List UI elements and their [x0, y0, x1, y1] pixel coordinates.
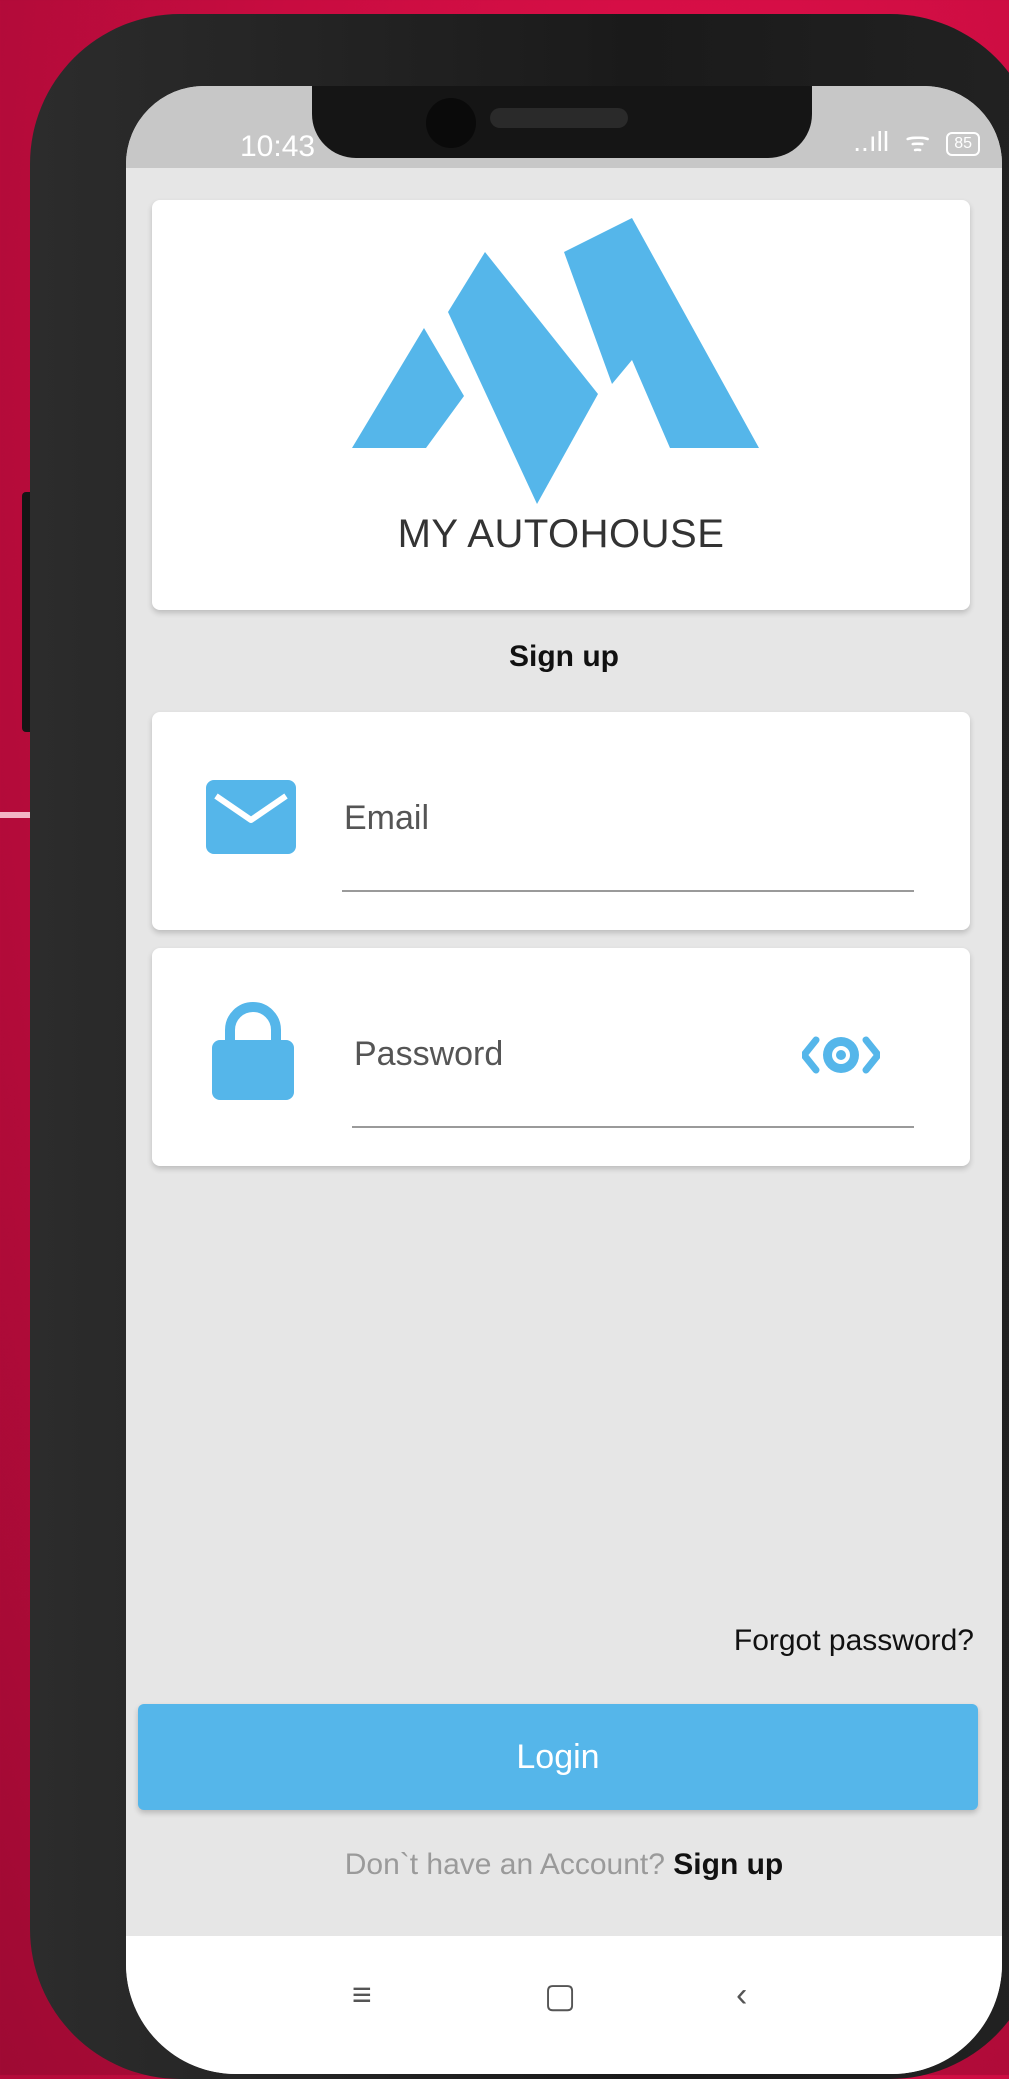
brand-name: MY AUTOHOUSE	[397, 512, 725, 556]
android-nav-bar: ≡ ▢ ‹	[126, 1936, 1002, 2074]
signup-link[interactable]: Sign up	[673, 1848, 783, 1881]
envelope-icon	[206, 780, 296, 854]
no-account-text: Don`t have an Account?	[344, 1848, 665, 1881]
password-underline	[352, 1126, 914, 1128]
phone-screen: 10:43 ..ıll ᯤ 85 MY AUTOHOUSE Sign up Em…	[126, 86, 1002, 2074]
forgot-password-link[interactable]: Forgot password?	[734, 1624, 974, 1658]
login-button[interactable]: Login	[138, 1704, 978, 1810]
password-card	[152, 948, 970, 1166]
autohouse-logo-icon	[352, 218, 759, 504]
eye-toggle-icon[interactable]	[802, 1032, 880, 1078]
battery-icon: 85	[946, 131, 980, 156]
signup-prompt: Don`t have an Account? Sign up	[126, 1848, 1002, 1882]
status-time: 10:43	[240, 130, 316, 163]
email-card	[152, 712, 970, 930]
phone-frame: 10:43 ..ıll ᯤ 85 MY AUTOHOUSE Sign up Em…	[30, 14, 1009, 2079]
back-icon[interactable]: ‹	[736, 1976, 747, 2015]
front-camera	[426, 98, 476, 148]
page-title: Sign up	[509, 640, 619, 673]
email-input[interactable]	[342, 792, 916, 844]
home-icon[interactable]: ▢	[544, 1976, 576, 2016]
signal-icon: ..ıll	[853, 126, 890, 157]
menu-icon[interactable]: ≡	[352, 1976, 372, 2015]
password-input[interactable]	[352, 1028, 776, 1080]
earpiece-speaker	[490, 108, 628, 128]
lock-icon	[212, 1002, 294, 1100]
wifi-icon: ᯤ	[904, 126, 931, 157]
email-underline	[342, 890, 914, 892]
logo-card: MY AUTOHOUSE	[152, 200, 970, 610]
status-icons: ..ıll ᯤ 85	[845, 122, 980, 160]
